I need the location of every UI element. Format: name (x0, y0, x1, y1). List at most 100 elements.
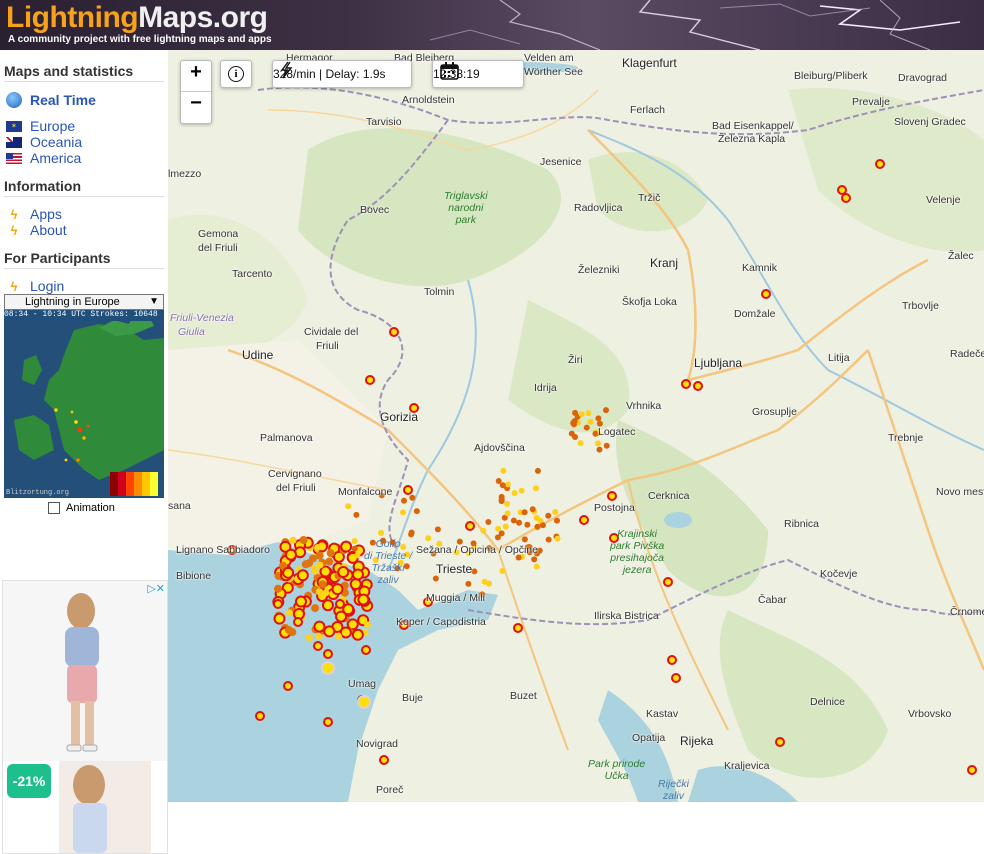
europe-minimap[interactable]: 08:34 - 10:34 UTC Strokes: 10648 Blitzor… (4, 310, 164, 498)
strike-marker (323, 649, 333, 659)
region-link-america[interactable]: America (6, 150, 168, 166)
strike-marker (255, 711, 265, 721)
place-label: Wörther See (524, 66, 583, 78)
strike-marker (595, 440, 602, 447)
strike-marker (524, 521, 531, 528)
strike-marker (667, 655, 677, 665)
place-label: Kastav (646, 708, 679, 720)
strike-marker (775, 737, 785, 747)
place-label: del Friuli (276, 482, 316, 494)
place-label: Ilirska Bistrica (594, 610, 659, 622)
time-panel: 12:38:19 (432, 60, 524, 88)
info-button[interactable]: i (220, 60, 252, 88)
lightning-map[interactable]: Klagenfurt Velden am Wörther See Hermago… (168, 50, 984, 802)
strike-marker (313, 641, 323, 651)
place-label: Idrija (534, 382, 557, 394)
strike-marker (294, 595, 307, 608)
strike-marker (504, 500, 511, 507)
place-label: Velenje (926, 194, 961, 206)
place-label: Kočevje (820, 568, 858, 580)
strike-marker (553, 517, 560, 524)
strike-marker (321, 661, 335, 675)
strike-marker (274, 584, 283, 593)
strike-marker (408, 531, 415, 538)
strike-marker (413, 508, 420, 515)
place-label: Buzet (510, 690, 537, 702)
strike-marker (340, 540, 353, 553)
about-label: About (30, 222, 67, 238)
strike-marker (504, 510, 511, 517)
place-label: Gorizia (380, 410, 419, 424)
login-link[interactable]: ϟ Login (6, 278, 168, 294)
participants-heading: For Participants (4, 238, 164, 269)
strike-marker (465, 521, 475, 531)
realtime-link[interactable]: Real Time (6, 92, 168, 108)
place-label: Radeče (950, 348, 984, 360)
advertisement[interactable]: ▷✕ -21% (2, 580, 168, 854)
region-link-europe[interactable]: ✶ Europe (6, 118, 168, 134)
place-label: Velden am (524, 52, 574, 64)
logo-maps-org: Maps.org (138, 1, 268, 34)
strike-marker (511, 490, 518, 497)
place-label: Ribnica (784, 518, 820, 530)
strike-marker (354, 552, 361, 559)
park-label-triglav: Triglavski narodni park (444, 190, 488, 226)
region-label: Europe (30, 118, 76, 134)
animation-checkbox[interactable] (48, 502, 60, 514)
strike-marker (293, 617, 303, 627)
strike-marker (518, 487, 525, 494)
ad-close-icon[interactable]: ▷✕ (147, 582, 165, 595)
place-label: Lignano Sabbiadoro (176, 544, 270, 556)
zoom-in-button[interactable]: + (181, 61, 211, 91)
strike-marker (322, 589, 330, 597)
place-label: Tarcento (232, 268, 273, 280)
strike-marker (499, 567, 506, 574)
region-link-oceania[interactable]: Oceania (6, 134, 168, 150)
site-logo[interactable]: LightningMaps.org (6, 1, 268, 35)
place-label: Jesenice (540, 156, 582, 168)
strike-marker (351, 628, 364, 641)
strike-marker (432, 575, 439, 582)
strike-marker (361, 645, 371, 655)
strike-marker (552, 509, 559, 516)
place-label: Škofja Loka (622, 296, 677, 308)
place-label: Tolmin (424, 286, 455, 298)
zoom-out-button[interactable]: − (181, 91, 211, 122)
strike-marker (334, 632, 342, 640)
place-label: Udine (242, 348, 274, 362)
place-label: Bleiburg/Pliberk (794, 70, 868, 82)
strike-marker (434, 526, 441, 533)
place-label: del Friuli (198, 242, 238, 254)
strike-marker (315, 633, 323, 641)
chevron-down-icon: ▼ (149, 296, 159, 307)
strike-marker (571, 418, 578, 425)
animation-label: Animation (66, 502, 115, 514)
place-label: Sežana / Opicina / Opčine (416, 544, 538, 556)
strike-marker (534, 523, 541, 530)
strike-marker (357, 695, 371, 709)
strike-marker (325, 557, 334, 566)
about-link[interactable]: ϟ About (6, 222, 168, 238)
strike-marker (671, 673, 681, 683)
strike-marker (510, 517, 517, 524)
strike-marker (585, 410, 592, 417)
strike-marker (967, 765, 977, 775)
region-label: Giulia (178, 326, 205, 338)
strike-marker (693, 381, 703, 391)
strike-marker (837, 185, 847, 195)
strike-marker (545, 536, 552, 543)
map-select[interactable]: Lightning in Europe ▼ (4, 294, 164, 310)
bolt-icon: ϟ (10, 222, 18, 238)
place-label: Buje (402, 692, 424, 704)
apps-link[interactable]: ϟ Apps (6, 206, 168, 222)
region-label: Friuli-Venezia (170, 312, 234, 324)
strike-marker (311, 604, 320, 613)
strike-marker (339, 626, 352, 639)
strike-marker (485, 518, 492, 525)
strike-marker (502, 523, 509, 530)
animation-toggle[interactable]: Animation (48, 502, 115, 514)
strike-marker (282, 566, 295, 579)
place-label: Ljubljana (694, 356, 743, 370)
strike-marker (364, 621, 372, 629)
strike-marker (425, 535, 432, 542)
